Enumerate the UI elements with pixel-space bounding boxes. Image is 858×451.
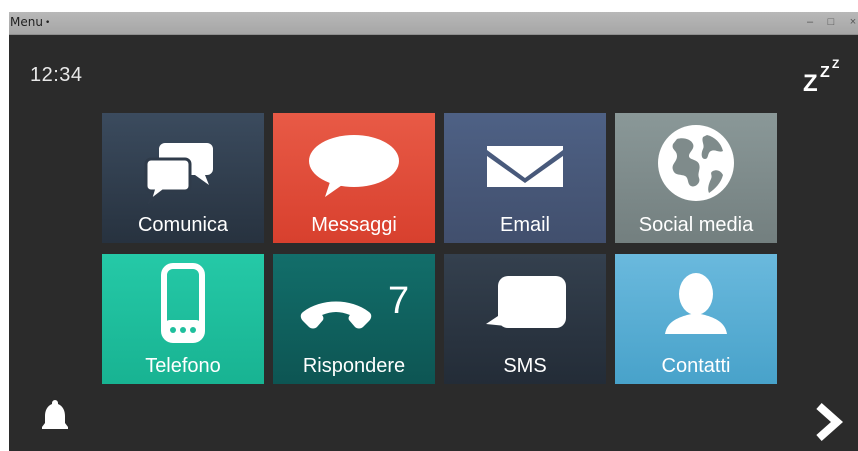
speech-bubble-icon — [309, 135, 399, 197]
missed-calls-badge: 7 — [388, 280, 410, 322]
sleep-button[interactable]: Z Z Z — [801, 57, 847, 97]
sms-bubble-icon — [486, 276, 566, 328]
tile-email[interactable]: Email — [444, 113, 606, 243]
bell-icon[interactable] — [39, 398, 71, 434]
globe-icon — [658, 125, 734, 201]
tile-contatti[interactable]: Contatti — [615, 254, 777, 384]
app-screen: 12:34 Z Z Z Comunica Messaggi Email Soci… — [9, 35, 858, 451]
tile-label: Rispondere — [302, 355, 406, 377]
envelope-icon — [487, 146, 563, 187]
sleep-zzz-icon: Z — [803, 70, 818, 97]
menu-button[interactable]: Menu • — [10, 15, 50, 29]
tile-telefono[interactable]: Telefono — [102, 254, 264, 384]
chevron-right-icon[interactable] — [813, 401, 843, 443]
close-button[interactable]: × — [847, 14, 858, 30]
tile-label: SMS — [503, 355, 547, 377]
tile-label: Contatti — [661, 355, 731, 377]
tile-messaggi[interactable]: Messaggi — [273, 113, 435, 243]
tile-social-media[interactable]: Social media — [615, 113, 777, 243]
maximize-button[interactable]: □ — [825, 14, 837, 30]
sleep-z-small: Z — [832, 57, 840, 71]
tile-sms[interactable]: SMS — [444, 254, 606, 384]
minimize-button[interactable]: – — [804, 14, 816, 30]
menu-caret: • — [44, 18, 51, 28]
chat-bubbles-icon — [144, 143, 213, 206]
window-titlebar: Menu • – □ × — [9, 12, 858, 35]
menu-label: Menu — [10, 15, 43, 29]
phone-handset-icon — [300, 301, 372, 329]
clock: 12:34 — [30, 64, 83, 86]
tile-label: Messaggi — [311, 214, 397, 236]
smartphone-icon — [161, 263, 205, 343]
tile-label: Email — [499, 214, 550, 236]
contact-person-icon — [665, 273, 727, 334]
tile-label: Telefono — [145, 355, 221, 377]
tile-rispondere[interactable]: 7 Rispondere — [273, 254, 435, 384]
tile-label: Social media — [638, 214, 754, 236]
sleep-z-medium: Z — [820, 64, 830, 81]
tile-comunica[interactable]: Comunica — [102, 113, 264, 243]
tile-label: Comunica — [137, 214, 229, 236]
